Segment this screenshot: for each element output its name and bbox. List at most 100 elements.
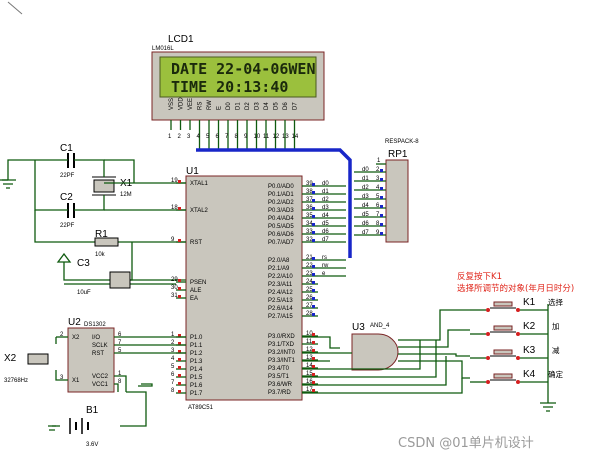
u1-pin-name: P1.0 — [190, 335, 203, 341]
c3-value: 10uF — [77, 290, 91, 296]
key-ref: K3 — [523, 345, 536, 356]
port0-wires: d0d0 2d1d1 3d2d2 4d3d3 5d4d4 6d5d5 7d6d6 8d7d7 9… — [318, 167, 386, 277]
u1-pin-name: P1.7 — [190, 391, 203, 397]
schematic-canvas: LCD1 LM016L DATE 22-04-06WEN TIME 20:13:… — [0, 1, 574, 451]
u1-pin-name: P0.6/AD6 — [268, 232, 294, 238]
u2-pin-name: RST — [92, 351, 104, 357]
u1-pin-name: P2.5/A13 — [268, 298, 293, 304]
u1-pin-name: P2.6/A14 — [268, 306, 293, 312]
key-contact — [486, 356, 490, 360]
rp1-pin-marker — [380, 169, 383, 172]
u1-pin-marker — [312, 333, 315, 336]
u2-pin-name: VCC2 — [92, 374, 109, 380]
lcd-pin-number: 10 — [254, 134, 261, 140]
u1-pin-marker — [178, 366, 181, 369]
u1-pin-number: 5 — [171, 364, 175, 370]
and-gate-u3[interactable]: U3 AND_4 — [351, 322, 399, 371]
u1-pin-name: PSEN — [190, 280, 206, 286]
u3-body — [351, 333, 399, 371]
rp1-pin-marker — [380, 232, 383, 235]
u1-pin-name: P0.5/AD5 — [268, 224, 294, 230]
u1-pin-name: P3.4/T0 — [268, 366, 290, 372]
u1-pin-marker — [312, 313, 315, 316]
u1-pin-marker — [312, 389, 315, 392]
lcd-module[interactable]: LCD1 LM016L DATE 22-04-06WEN TIME 20:13:… — [151, 34, 325, 121]
rp1-net-label: d1 — [362, 176, 369, 182]
capacitor-c3[interactable]: C3 10uF — [77, 258, 131, 296]
key-group[interactable]: K1 选择 K2 加 K3 减 K4 确定 — [470, 297, 563, 384]
b1-value: 3.6V — [86, 442, 98, 448]
crystal-x2[interactable]: X2 32768Hz — [4, 353, 49, 384]
key-contact — [516, 356, 520, 360]
x2-value: 32768Hz — [4, 378, 28, 384]
mcu-u1[interactable]: U1 AT89C51 19 XTAL118 XTAL29 RST29 PSEN30 ALE… — [171, 166, 318, 411]
key-contact — [486, 332, 490, 336]
u1-pin-number: 30 — [171, 285, 178, 291]
lcd-pin-label: VDD — [179, 97, 185, 110]
u1-pin-name: P0.2/AD2 — [268, 200, 294, 206]
rtc-u2[interactable]: U2 DS1302 X22X13I/O 6SCLK 7RST 5VCC2 1VCC1 8 — [60, 317, 122, 393]
key-ref: K4 — [523, 369, 536, 380]
c1-ref: C1 — [60, 143, 73, 154]
u1-pin-marker — [312, 191, 315, 194]
u1-pin-marker — [312, 223, 315, 226]
lcd-pin-number: 11 — [263, 134, 270, 140]
lcd-pin-number: 13 — [282, 134, 289, 140]
key-label: 确定 — [548, 369, 563, 379]
u1-pin-marker — [312, 273, 315, 276]
u1-pin-number: 7 — [171, 380, 175, 386]
r1-value: 10k — [95, 252, 106, 258]
u1-pin-name: P0.4/AD4 — [268, 216, 294, 222]
u1-pin-marker — [312, 265, 315, 268]
battery-b1[interactable]: B1 3.6V — [69, 405, 99, 448]
crystal-x1[interactable]: X1 12M — [92, 176, 133, 198]
u1-pin-name: P1.4 — [190, 367, 203, 373]
u1-pin-name: P3.5/T1 — [268, 374, 290, 380]
u1-pin-marker — [312, 305, 315, 308]
rp1-pin-marker — [380, 178, 383, 181]
u1-pin-name: P0.1/AD1 — [268, 192, 294, 198]
u1-pin-name: P2.4/A12 — [268, 290, 293, 296]
key-ref: K2 — [523, 321, 536, 332]
rp1-body — [385, 159, 409, 243]
lcd-pin-label: D7 — [293, 102, 299, 110]
u1-pin-name: P2.7/A15 — [268, 314, 293, 320]
u1-pin-marker — [312, 199, 315, 202]
c3-body — [109, 271, 131, 289]
u2-pin-name: VCC1 — [92, 382, 109, 388]
c2-ref: C2 — [60, 192, 73, 203]
u1-model: AT89C51 — [188, 405, 214, 411]
u1-pin-name: XTAL2 — [190, 208, 209, 214]
lcd-pin-label: RS — [198, 102, 204, 110]
u1-pin-name: P0.3/AD3 — [268, 208, 294, 214]
u1-pin-marker — [178, 358, 181, 361]
resistor-r1[interactable]: R1 10k — [94, 229, 119, 258]
key-actuator — [493, 349, 513, 355]
key-actuator — [493, 325, 513, 331]
u1-pin-marker — [312, 289, 315, 292]
u1-pin-name: P0.0/AD0 — [268, 184, 294, 190]
capacitor-c1[interactable]: C1 22PF — [60, 143, 75, 179]
u1-pin-number: 29 — [171, 277, 178, 283]
lcd-pin-number: 12 — [273, 134, 280, 140]
u1-pin-name: P3.0/RXD — [268, 334, 295, 340]
u1-pin-name: ALE — [190, 288, 201, 294]
u2-pin-name: I/O — [92, 335, 100, 341]
u1-pin-name: RST — [190, 240, 202, 246]
u1-pin-name: P3.2/INT0 — [268, 350, 296, 356]
rp1-ref: RP1 — [388, 149, 408, 160]
u1-pin-name: P1.6 — [190, 383, 203, 389]
c2-value: 22PF — [60, 223, 75, 229]
key-contact — [516, 380, 520, 384]
key-actuator — [493, 301, 513, 307]
u1-pin-marker — [312, 183, 315, 186]
note-line-2: 选择所调节的对象(年月日时分) — [457, 283, 574, 294]
u1-pin-name: P2.1/A9 — [268, 266, 290, 272]
rp1-net-label: d6 — [362, 221, 369, 227]
key-label: 选择 — [548, 297, 563, 307]
u1-ref: U1 — [186, 166, 199, 177]
lcd-pin-wires: 1 2 3 4 5 6 7 8 9 10 11 12 13 14 — [168, 120, 299, 150]
lcd-line-1: DATE 22-04-06WEN — [171, 60, 316, 78]
u1-pin-marker — [312, 365, 315, 368]
rp1-pin-marker — [380, 205, 383, 208]
